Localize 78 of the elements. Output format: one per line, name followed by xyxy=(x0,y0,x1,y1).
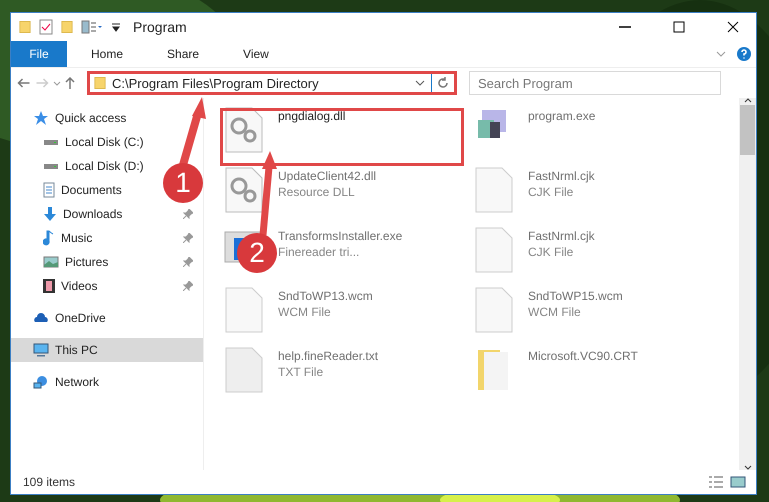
file-type: CJK File xyxy=(528,185,574,199)
details-view-icon[interactable] xyxy=(708,476,724,488)
pin-icon[interactable] xyxy=(183,233,193,243)
file-icon xyxy=(474,226,514,274)
sidebar-item[interactable]: Music xyxy=(43,230,92,246)
monitor-icon xyxy=(33,343,49,357)
file-name[interactable]: SndToWP13.wcm xyxy=(278,289,373,303)
scroll-down-icon[interactable] xyxy=(744,465,752,470)
file-type: WCM File xyxy=(278,305,331,319)
file-type: TXT File xyxy=(278,365,324,379)
pin-icon[interactable] xyxy=(183,257,193,267)
ribbon-tab[interactable]: View xyxy=(219,41,289,67)
network-globe-icon xyxy=(33,375,49,389)
search-field[interactable]: Search Program xyxy=(469,71,721,95)
sidebar-item[interactable]: Pictures xyxy=(43,255,108,269)
window-title: Program xyxy=(133,19,188,35)
sidebar-item[interactable]: Network xyxy=(33,375,100,389)
folder-icon xyxy=(19,20,31,34)
sidebar-item[interactable]: OneDrive xyxy=(33,311,106,325)
file-name[interactable]: program.exe xyxy=(528,109,596,123)
file-name[interactable]: FastNrml.cjk xyxy=(528,229,595,243)
address-bar[interactable]: C:\Program Files\Program Directory xyxy=(87,71,457,95)
film-icon xyxy=(43,279,55,293)
star-icon xyxy=(33,110,49,126)
file-name[interactable]: pngdialog.dll xyxy=(278,109,346,123)
file-name[interactable]: help.fineReader.txt xyxy=(278,349,378,363)
scroll-up-icon[interactable] xyxy=(744,98,752,103)
properties-icon[interactable] xyxy=(81,19,103,35)
file-name[interactable]: SndToWP15.wcm xyxy=(528,289,623,303)
sidebar-item[interactable]: Local Disk (D:) xyxy=(43,159,144,173)
close-icon[interactable] xyxy=(727,21,739,33)
download-arrow-icon xyxy=(43,206,57,222)
number-badge: 2 xyxy=(237,233,277,273)
file-name[interactable]: Microsoft.VC90.CRT xyxy=(528,349,638,363)
file-tab[interactable]: File xyxy=(11,41,67,67)
chevron-down-icon[interactable] xyxy=(415,80,425,86)
scrollbar-thumb[interactable] xyxy=(740,105,755,155)
picture-icon xyxy=(43,256,59,268)
up-arrow-icon[interactable] xyxy=(65,76,75,90)
file-icon xyxy=(474,286,514,334)
help-icon[interactable] xyxy=(736,46,752,62)
file-type: Finereader tri... xyxy=(278,245,360,259)
item-count: 109 items xyxy=(23,475,76,489)
pin-icon[interactable] xyxy=(183,209,193,219)
sidebar-item[interactable]: This PC xyxy=(33,343,98,357)
file-type: Resource DLL xyxy=(278,185,355,199)
sidebar-item[interactable]: Videos xyxy=(43,279,98,293)
number-badge: 1 xyxy=(163,163,203,203)
file-name[interactable]: TransformsInstaller.exe xyxy=(278,229,402,243)
file-icon xyxy=(224,286,264,334)
cloud-icon xyxy=(33,313,49,323)
dropdown-icon[interactable] xyxy=(111,22,121,32)
checklist-icon[interactable] xyxy=(39,19,53,35)
folder-icon xyxy=(94,76,106,90)
file-type: CJK File xyxy=(528,245,574,259)
maximize-icon[interactable] xyxy=(673,21,685,33)
drive-icon xyxy=(43,162,59,170)
large-icons-view-icon[interactable] xyxy=(730,476,746,488)
file-name[interactable]: FastNrml.cjk xyxy=(528,169,595,183)
ribbon-tab[interactable]: Share xyxy=(143,41,220,67)
file-type: WCM File xyxy=(528,305,581,319)
file-icon xyxy=(474,166,514,214)
gear-file-icon xyxy=(224,166,264,214)
sidebar-item[interactable]: Local Disk (C:) xyxy=(43,135,144,149)
gear-file-icon xyxy=(224,106,264,154)
pin-icon[interactable] xyxy=(183,281,193,291)
music-note-icon xyxy=(43,230,55,246)
sidebar-item[interactable]: Quick access xyxy=(33,110,126,126)
back-arrow-icon[interactable] xyxy=(17,78,31,88)
file-icon xyxy=(224,346,264,394)
ribbon-tab[interactable]: Home xyxy=(67,41,144,67)
sidebar-item[interactable]: Documents xyxy=(43,182,122,198)
sidebar-item[interactable]: Downloads xyxy=(43,206,122,222)
file-name[interactable]: UpdateClient42.dll xyxy=(278,169,376,183)
scrollbar[interactable] xyxy=(739,98,756,470)
drive-icon xyxy=(43,138,59,146)
address-path: C:\Program Files\Program Directory xyxy=(112,76,320,90)
document-icon xyxy=(43,182,55,198)
